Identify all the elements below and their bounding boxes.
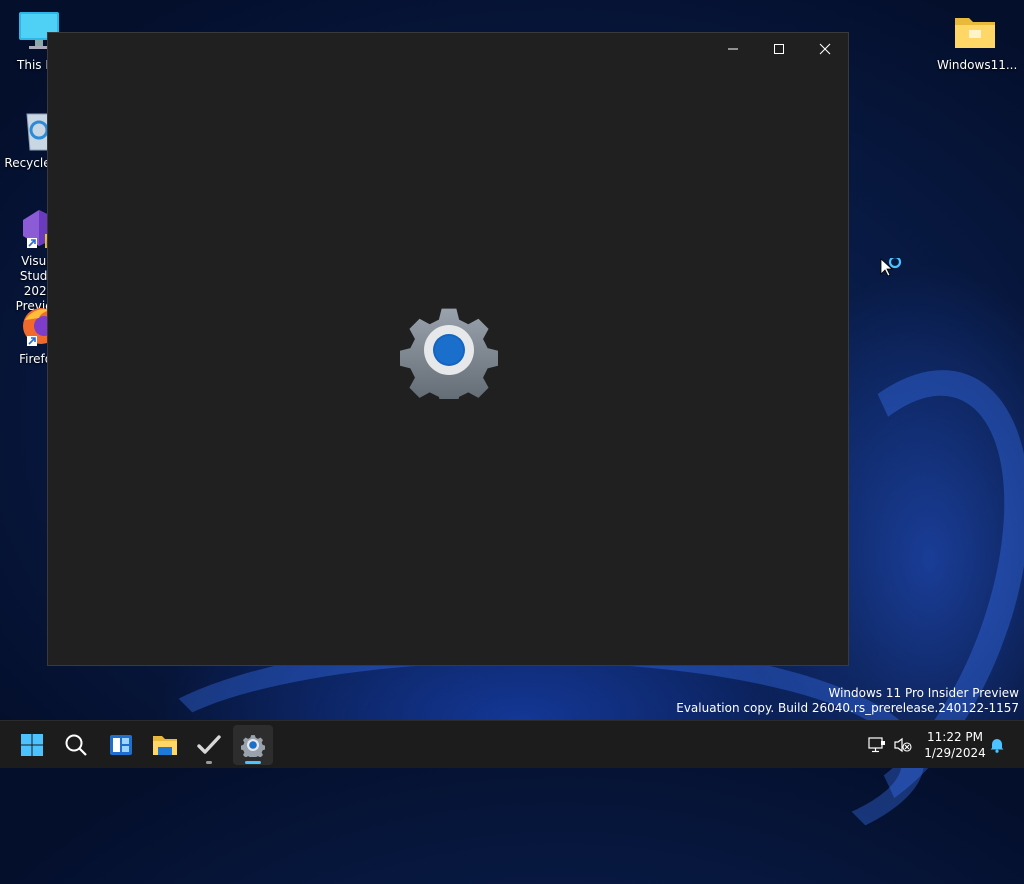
settings-window[interactable] [47,32,849,666]
clock-time: 11:22 PM [927,730,983,744]
taskbar-clock[interactable]: 11:22 PM 1/29/2024 [918,729,992,761]
evaluation-watermark: Windows 11 Pro Insider Preview Evaluatio… [676,686,1019,716]
volume-muted-icon [894,737,912,753]
busy-cursor-icon [880,255,906,282]
folder-icon [953,10,997,54]
search-button[interactable] [56,725,96,765]
network-icon [868,737,885,753]
checkmark-icon [197,735,221,754]
widgets-button[interactable] [101,725,141,765]
watermark-line1: Windows 11 Pro Insider Preview [828,686,1019,700]
network-tray-button[interactable] [866,721,888,769]
minimize-button[interactable] [710,33,756,65]
settings-gear-icon [399,301,499,408]
notification-bell-icon [990,739,1004,753]
file-explorer-button[interactable] [145,725,185,765]
desktop-icon-label: Windows11... [937,58,1018,72]
running-indicator [206,761,212,764]
settings-gear-icon [241,735,265,757]
todo-button[interactable] [189,725,229,765]
close-button[interactable] [802,33,848,65]
start-button[interactable] [12,725,52,765]
maximize-button[interactable] [756,33,802,65]
settings-taskbar-button[interactable] [233,725,273,765]
taskbar: 11:22 PM 1/29/2024 [0,720,1024,768]
close-icon [819,43,831,55]
notification-button[interactable] [986,721,1008,769]
widgets-icon [110,735,132,755]
file-explorer-icon [153,736,177,755]
windows-start-icon [21,734,43,756]
active-indicator [245,761,261,764]
volume-tray-button[interactable] [892,721,914,769]
maximize-icon [774,44,784,54]
watermark-line2: Evaluation copy. Build 26040.rs_prerelea… [676,701,1019,715]
minimize-icon [728,48,738,50]
desktop-icon-folder[interactable]: Windows11... [937,10,1018,73]
search-icon [65,734,87,756]
clock-date: 1/29/2024 [924,746,986,760]
